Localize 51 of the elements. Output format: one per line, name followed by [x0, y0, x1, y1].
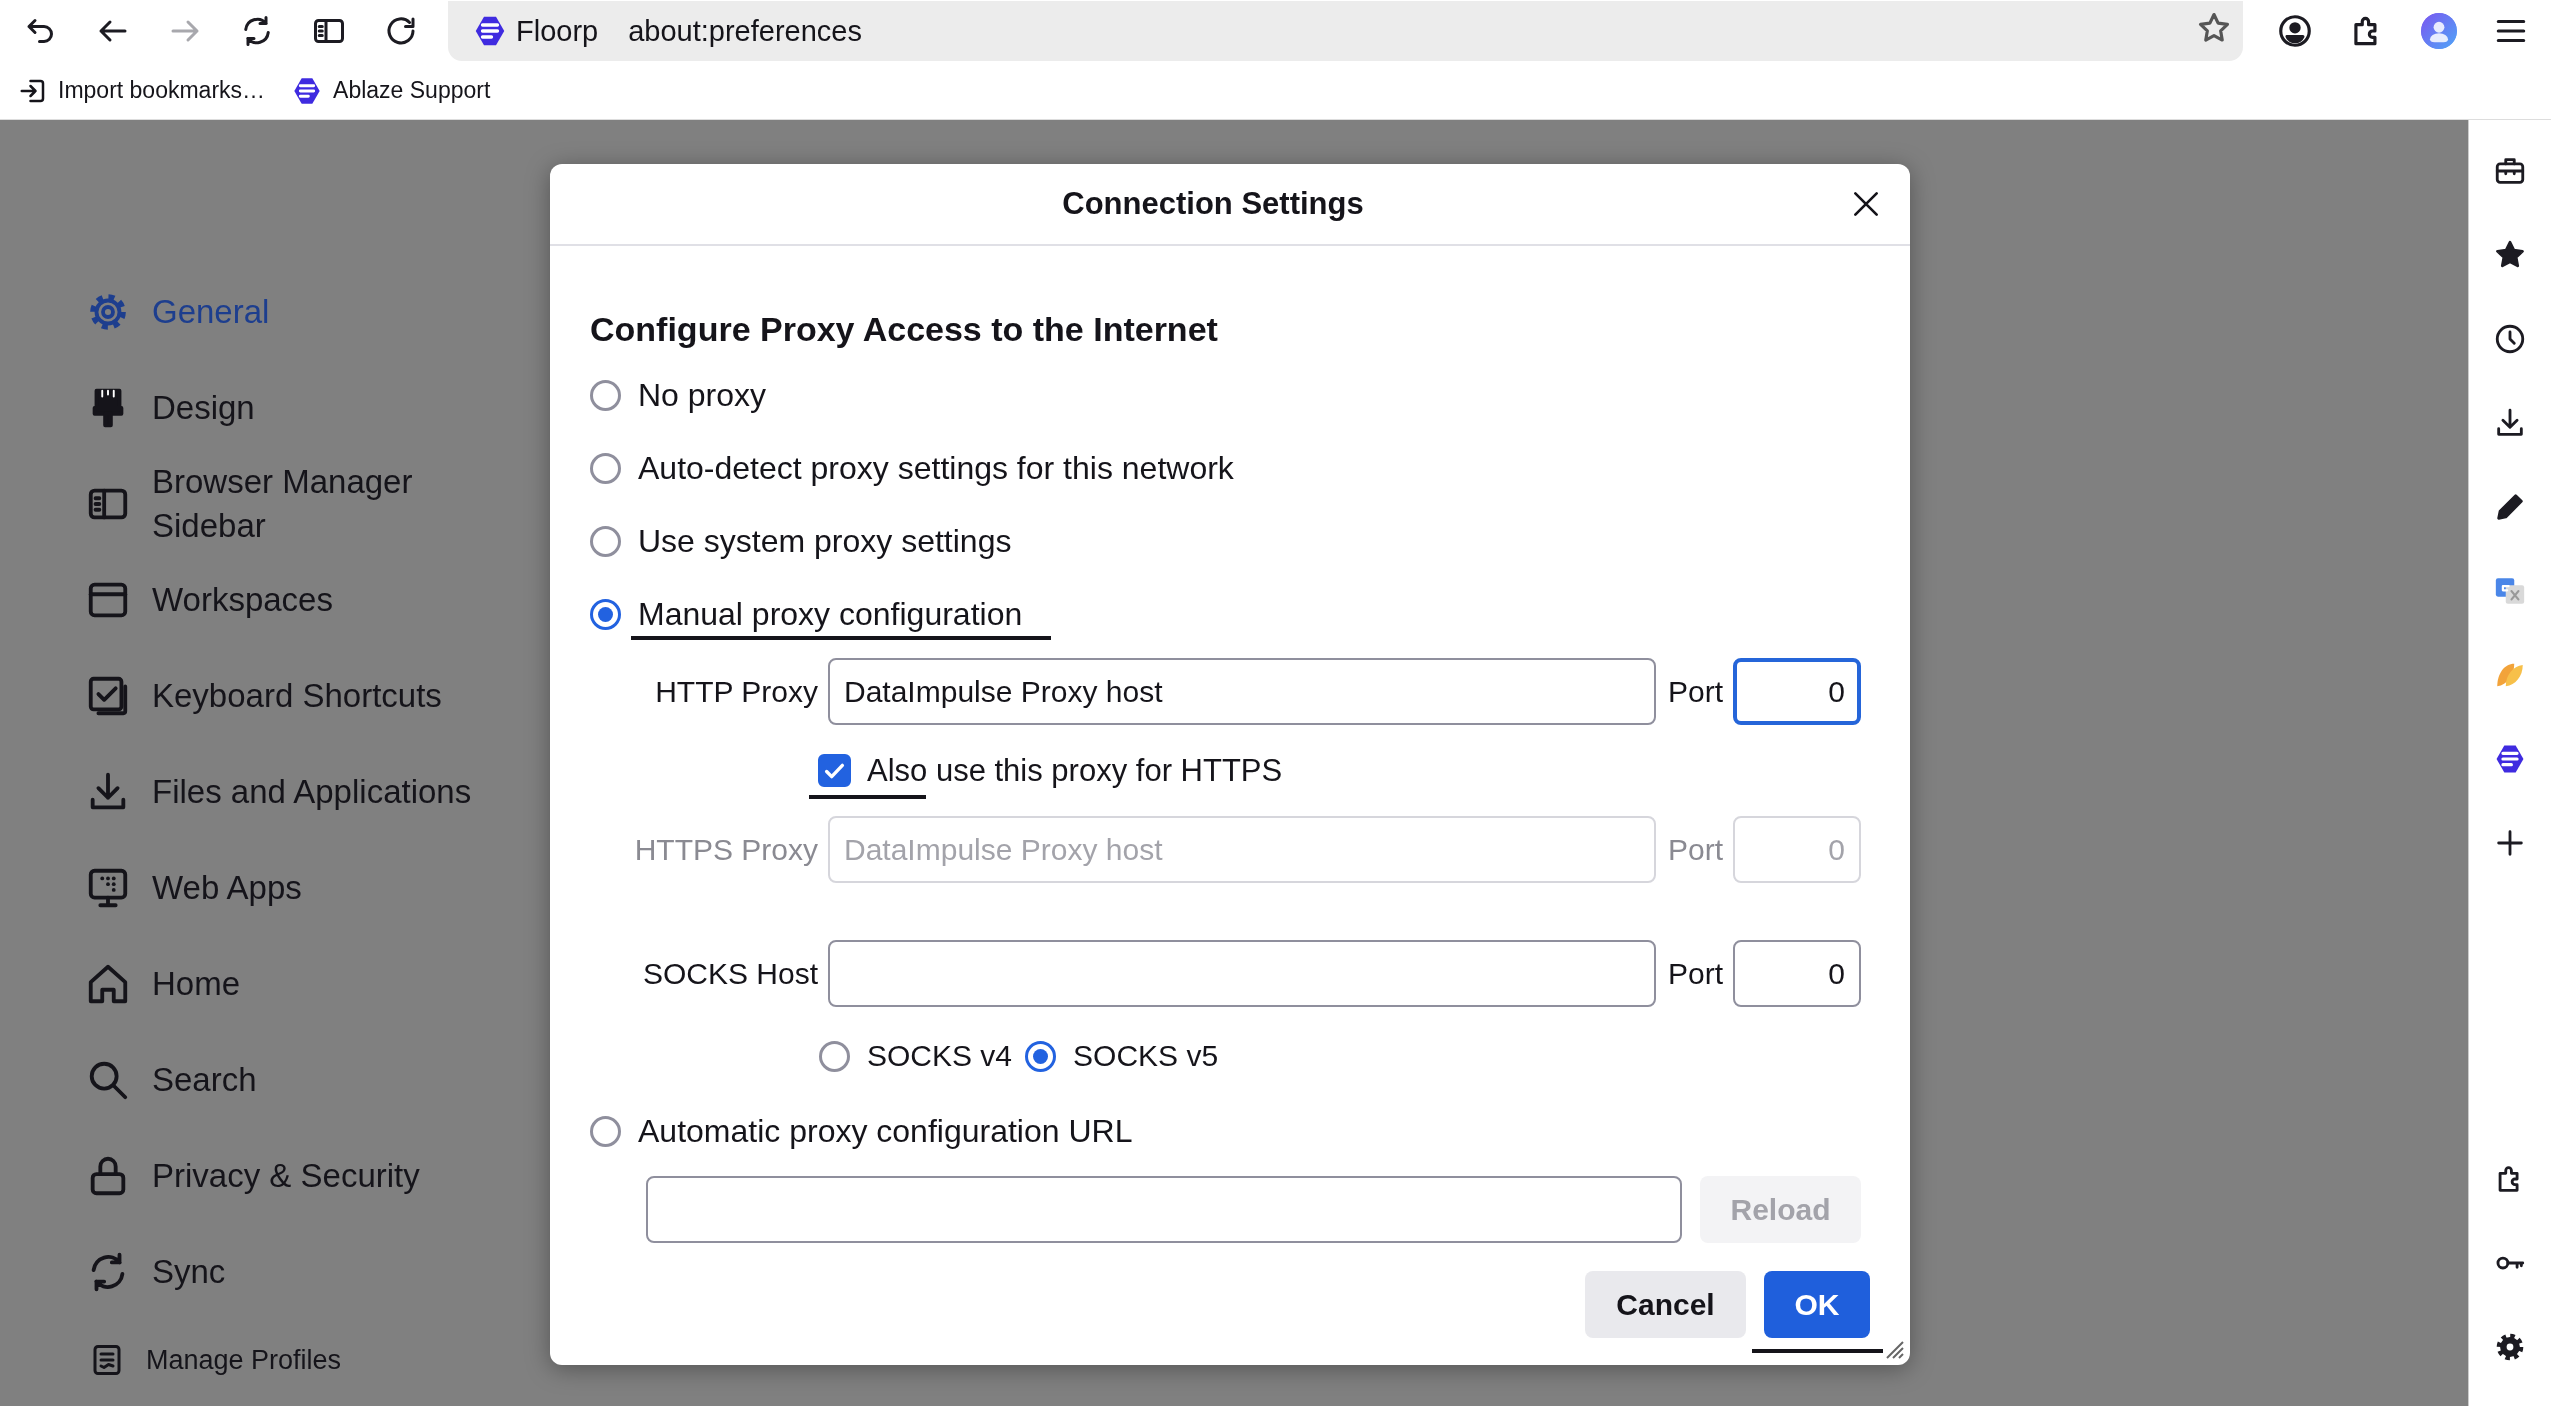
port-label: Port [1666, 956, 1723, 991]
bookmark-item[interactable]: Import bookmarks… [18, 75, 266, 106]
nav-item[interactable]: Web Apps [85, 840, 302, 936]
radio-button[interactable] [590, 599, 621, 630]
port-label: Port [1666, 832, 1723, 867]
port-label: Port [1666, 674, 1723, 709]
address-bar[interactable]: Floorp about:preferences [448, 1, 2243, 61]
checkbox[interactable] [818, 754, 851, 787]
radio-button[interactable] [1025, 1040, 1057, 1072]
account-icon [2276, 12, 2314, 50]
port-field[interactable]: 0 [1733, 940, 1861, 1007]
clock-icon [2493, 322, 2527, 356]
radio-label: Auto-detect proxy settings for this network [638, 450, 1234, 487]
nav-item[interactable]: Search [85, 1032, 257, 1128]
nav-item[interactable]: Keyboard Shortcuts [85, 648, 442, 744]
radio-button[interactable] [590, 1115, 621, 1147]
radio-label: Use system proxy settings [638, 523, 1012, 560]
radio-button[interactable] [590, 380, 621, 411]
nav-item[interactable]: Home [85, 936, 241, 1032]
cancel-button[interactable]: Cancel [1585, 1271, 1746, 1338]
radio-label: SOCKS v4 [867, 1039, 1013, 1073]
field-label: SOCKS Host [641, 956, 818, 991]
nav-item[interactable]: Sync [85, 1224, 226, 1320]
section-heading: Configure Proxy Access to the Internet [590, 309, 1219, 349]
radio-button[interactable] [590, 526, 621, 557]
avatar-icon [2421, 13, 2457, 49]
field-label: HTTP Proxy [654, 674, 818, 709]
text-field[interactable] [828, 940, 1656, 1007]
nav-item[interactable]: Files and Applications [85, 744, 472, 840]
radio-label: SOCKS v5 [1073, 1039, 1219, 1073]
dialog-title: Connection Settings [1062, 186, 1364, 222]
port-field[interactable]: 0 [1733, 658, 1861, 725]
nav-item[interactable]: Browser Manager Sidebar [85, 456, 492, 552]
checkbox-label: Also use this proxy for HTTPS [867, 752, 1283, 789]
field-label: HTTPS Proxy [633, 832, 818, 867]
url-field[interactable] [646, 1176, 1682, 1243]
nav-item[interactable]: Privacy & Security [85, 1128, 420, 1224]
radio-label: No proxy [638, 377, 767, 414]
radio-button[interactable] [819, 1040, 850, 1072]
nav-item[interactable]: Workspaces [85, 552, 333, 648]
url-text: about:preferences [628, 14, 863, 48]
nav-item[interactable]: Design [85, 360, 255, 456]
radio-label: Automatic proxy configuration URL [638, 1112, 1133, 1150]
nav-item[interactable]: General [85, 264, 270, 360]
bookmark-item[interactable]: Ablaze Support [291, 74, 491, 107]
nav-item[interactable]: Manage Profiles [85, 1320, 342, 1400]
radio-label: Manual proxy configuration [638, 596, 1023, 633]
radio-button[interactable] [590, 453, 621, 484]
text-field[interactable]: DataImpulse Proxy host [828, 658, 1656, 725]
site-identity: Floorp [516, 14, 599, 48]
confirm-button[interactable]: OK [1764, 1271, 1870, 1338]
